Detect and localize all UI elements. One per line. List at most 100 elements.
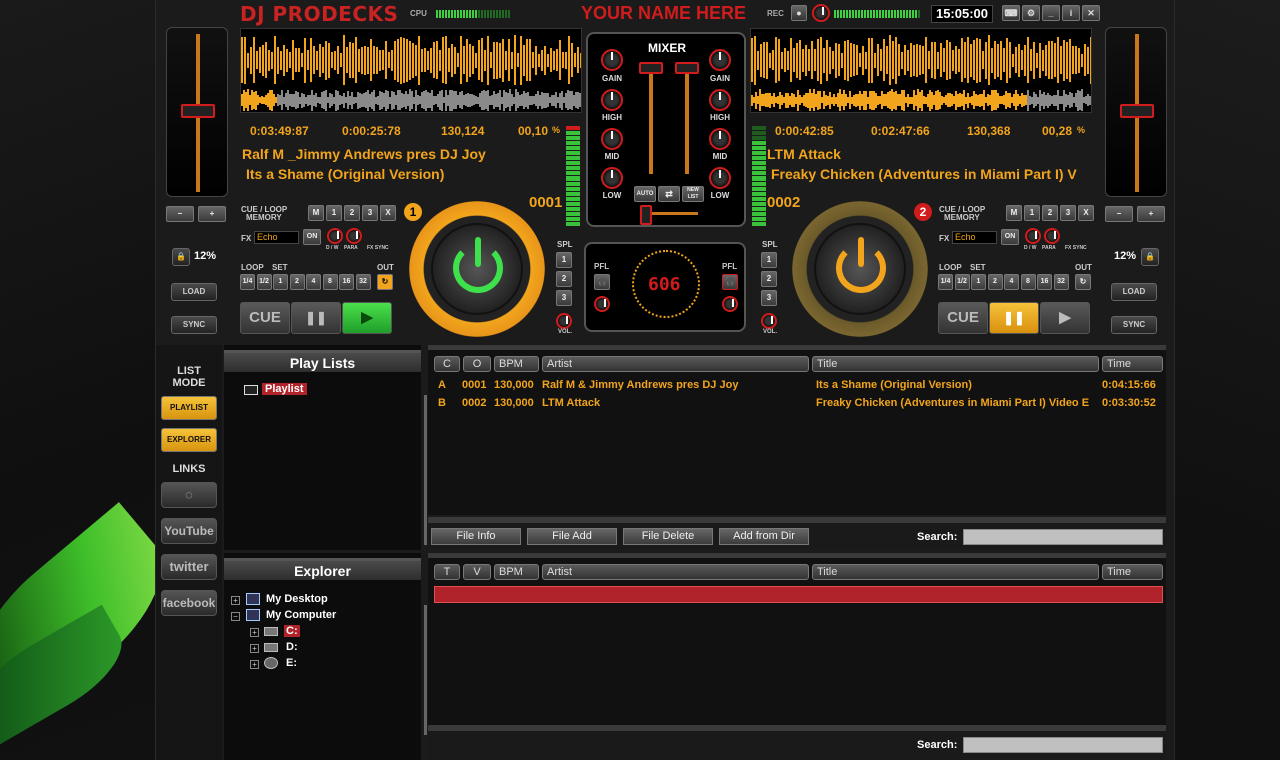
loop-size-button[interactable]: 2: [289, 274, 305, 290]
deck1-pitch-plus[interactable]: +: [198, 206, 226, 222]
spl-3-right[interactable]: 3: [761, 290, 777, 306]
loop-size-button[interactable]: 2: [987, 274, 1003, 290]
waveform-overview[interactable]: [751, 89, 1091, 111]
close-icon[interactable]: ✕: [1082, 5, 1100, 21]
explorer-scrollbar[interactable]: [424, 605, 427, 735]
dj-name-banner[interactable]: YOUR NAME HERE: [581, 3, 746, 24]
waveform-overview[interactable]: [241, 89, 581, 111]
deck2-power-button[interactable]: [814, 223, 906, 315]
deck2-pitch-plus[interactable]: +: [1137, 206, 1165, 222]
deck1-para-knob[interactable]: [346, 228, 362, 244]
deck1-play-button[interactable]: ▶: [342, 302, 392, 334]
waveform-deck2[interactable]: [750, 28, 1092, 113]
playlists-scrollbar[interactable]: [424, 395, 427, 545]
memory-slot-button[interactable]: 1: [326, 205, 342, 221]
loop-size-button[interactable]: 8: [322, 274, 338, 290]
tree-my-computer[interactable]: My Computer: [266, 609, 336, 621]
vol-knob-right[interactable]: [761, 313, 777, 329]
spl-1-right[interactable]: 1: [761, 252, 777, 268]
info-icon[interactable]: i: [1062, 5, 1080, 21]
deck1-pitch-minus[interactable]: −: [166, 206, 194, 222]
deck1-loop-out-icon[interactable]: ↻: [377, 274, 393, 290]
volume-fader-left[interactable]: [639, 62, 663, 74]
mid-knob-right[interactable]: [709, 128, 731, 150]
deck1-power-button[interactable]: [431, 223, 523, 315]
tree-my-desktop[interactable]: My Desktop: [266, 593, 328, 605]
column-header[interactable]: Title: [812, 564, 1099, 580]
high-knob-right[interactable]: [709, 89, 731, 111]
high-knob-left[interactable]: [601, 89, 623, 111]
expand-d-icon[interactable]: +: [250, 644, 259, 653]
loop-size-button[interactable]: 1: [971, 274, 986, 290]
deck2-platter[interactable]: [792, 201, 928, 337]
deck1-load-button[interactable]: LOAD: [171, 283, 217, 301]
headphone-left-icon[interactable]: 🎧: [594, 274, 610, 290]
gain-knob-right[interactable]: [709, 49, 731, 71]
deck2-load-button[interactable]: LOAD: [1111, 283, 1157, 301]
loop-size-button[interactable]: 32: [355, 274, 371, 290]
headphone-right-icon[interactable]: 🎧: [722, 274, 738, 290]
memory-slot-button[interactable]: 3: [1060, 205, 1076, 221]
column-header[interactable]: T: [434, 564, 460, 580]
vol-knob-left[interactable]: [556, 313, 572, 329]
pitch-handle[interactable]: [181, 104, 215, 118]
deck1-sync-button[interactable]: SYNC: [171, 316, 217, 334]
record-button[interactable]: ●: [791, 5, 807, 21]
low-knob-left[interactable]: [601, 167, 623, 189]
file-delete-button[interactable]: File Delete: [623, 528, 713, 545]
twitter-link[interactable]: twitter: [161, 554, 217, 580]
tree-drive-d[interactable]: D:: [286, 641, 298, 653]
deck2-pitch-minus[interactable]: −: [1105, 206, 1133, 222]
loop-size-button[interactable]: 1/4: [938, 274, 953, 290]
playlist-item[interactable]: Playlist: [262, 383, 307, 395]
table-row[interactable]: B 0002 130,000 LTM Attack Freaky Chicken (Ad…: [428, 395, 1166, 412]
deck1-pitch-lock-icon[interactable]: 🔒: [172, 248, 190, 266]
tree-drive-c[interactable]: C:: [284, 625, 300, 637]
shuffle-icon[interactable]: ⇄: [658, 186, 680, 202]
facebook-link[interactable]: facebook: [161, 590, 217, 616]
loop-size-button[interactable]: 8: [1020, 274, 1036, 290]
tree-drive-e[interactable]: E:: [286, 657, 297, 669]
column-header[interactable]: Artist: [542, 356, 809, 372]
deck2-sync-button[interactable]: SYNC: [1111, 316, 1157, 334]
deck2-fx-select[interactable]: Echo: [952, 231, 997, 244]
loop-size-button[interactable]: 1: [273, 274, 288, 290]
deck2-play-button[interactable]: ▶: [1040, 302, 1090, 334]
deck2-loop-out-icon[interactable]: ↻: [1075, 274, 1091, 290]
column-header[interactable]: BPM: [494, 564, 539, 580]
column-header[interactable]: O: [463, 356, 491, 372]
loop-size-button[interactable]: 1/2: [954, 274, 970, 290]
memory-slot-button[interactable]: 2: [1042, 205, 1058, 221]
volume-fader-right[interactable]: [675, 62, 699, 74]
website-link-icon[interactable]: ◌: [161, 482, 217, 508]
playlist-search-input[interactable]: [963, 529, 1163, 545]
explorer-selected-row[interactable]: [434, 586, 1163, 603]
rec-level-knob[interactable]: [812, 4, 830, 22]
deck2-para-knob[interactable]: [1044, 228, 1060, 244]
deck2-pause-button[interactable]: ❚❚: [989, 302, 1039, 334]
keyboard-icon[interactable]: ⌨: [1002, 5, 1020, 21]
column-header[interactable]: Time: [1102, 564, 1163, 580]
spl-2-left[interactable]: 2: [556, 271, 572, 287]
memory-slot-button[interactable]: X: [1078, 205, 1094, 221]
memory-slot-button[interactable]: 2: [344, 205, 360, 221]
loop-size-button[interactable]: 32: [1053, 274, 1069, 290]
expand-c-icon[interactable]: +: [250, 628, 259, 637]
loop-size-button[interactable]: 4: [306, 274, 321, 290]
loop-size-button[interactable]: 4: [1004, 274, 1019, 290]
cue-mix-knob-right[interactable]: [722, 296, 738, 312]
deck2-cue-button[interactable]: CUE: [938, 302, 988, 334]
spl-3-left[interactable]: 3: [556, 290, 572, 306]
column-header[interactable]: BPM: [494, 356, 539, 372]
auto-mix-button[interactable]: AUTO: [634, 186, 656, 202]
waveform-deck1[interactable]: [240, 28, 582, 113]
table-row[interactable]: A 0001 130,000 Ralf M & Jimmy Andrews pres …: [428, 377, 1166, 394]
column-header[interactable]: V: [463, 564, 491, 580]
minimize-icon[interactable]: _: [1042, 5, 1060, 21]
collapse-computer-icon[interactable]: −: [231, 612, 240, 621]
file-add-button[interactable]: File Add: [527, 528, 617, 545]
deck2-pitch-lock-icon[interactable]: 🔒: [1141, 248, 1159, 266]
loop-size-button[interactable]: 1/4: [240, 274, 255, 290]
new-list-button[interactable]: NEW LIST: [682, 186, 704, 202]
loop-size-button[interactable]: 16: [1037, 274, 1052, 290]
